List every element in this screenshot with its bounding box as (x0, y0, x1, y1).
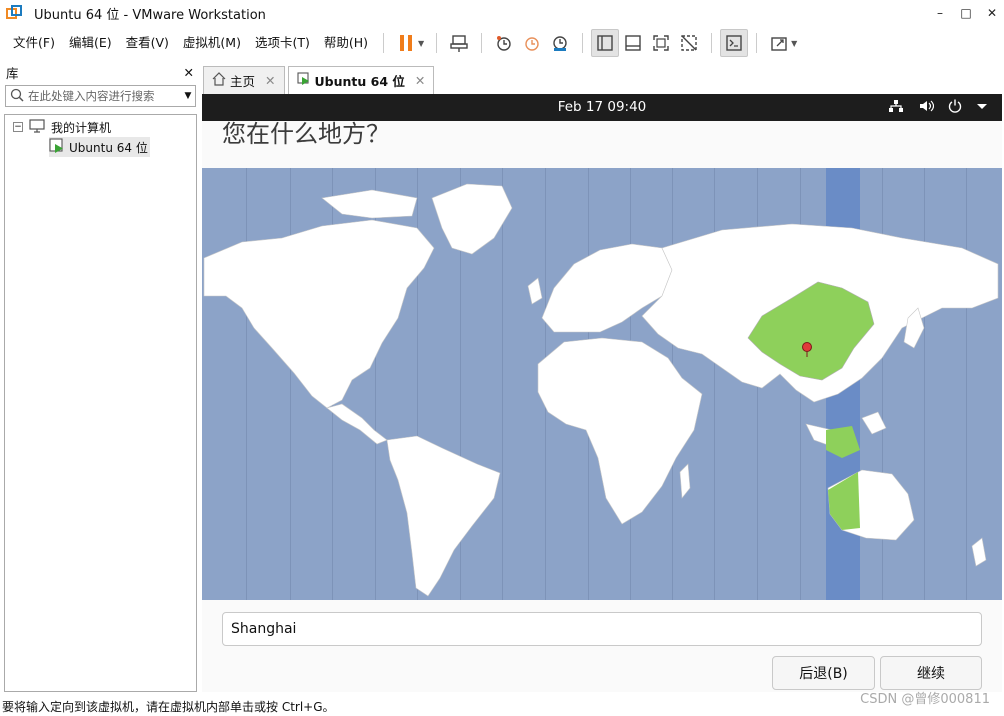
power-icon[interactable] (948, 99, 962, 117)
menu-vm[interactable]: 虚拟机(M) (176, 26, 248, 60)
back-button[interactable]: 后退(B) (772, 656, 875, 690)
console-view-icon[interactable] (720, 29, 749, 57)
vm-running-icon (49, 137, 65, 157)
thumbnail-bar-icon[interactable] (619, 29, 647, 57)
vm-running-icon (296, 72, 311, 89)
world-map (203, 183, 999, 597)
library-close-icon[interactable]: ✕ (184, 65, 194, 80)
menu-edit[interactable]: 编辑(E) (62, 26, 119, 60)
snapshot-icon[interactable] (490, 29, 518, 57)
tab-strip: 主页 ✕ Ubuntu 64 位 ✕ (203, 66, 437, 94)
clock[interactable]: Feb 17 09:40 (202, 99, 1002, 115)
library-tree: − 我的计算机 Ubuntu 64 位 (4, 114, 197, 692)
toolbar-divider (481, 33, 483, 53)
status-text: 要将输入定向到该虚拟机，请在虚拟机内部单击或按 Ctrl+G。 (2, 699, 335, 714)
close-icon[interactable]: ✕ (265, 73, 275, 88)
computer-icon (29, 118, 45, 136)
chevron-down-icon[interactable]: ▼ (791, 39, 797, 48)
tree-label: Ubuntu 64 位 (69, 140, 148, 155)
close-icon[interactable]: ✕ (415, 73, 425, 88)
window-title: Ubuntu 64 位 - VMware Workstation (34, 7, 266, 23)
library-header: 库 ✕ (0, 62, 200, 82)
stretch-guest-icon[interactable] (765, 29, 793, 57)
toolbar-divider (756, 33, 758, 53)
show-library-icon[interactable] (591, 29, 620, 57)
status-bar: 要将输入定向到该虚拟机，请在虚拟机内部单击或按 Ctrl+G。 (0, 696, 1004, 716)
timezone-map[interactable] (202, 168, 1002, 600)
toolbar-divider (383, 33, 385, 53)
library-search-input[interactable]: 在此处键入内容进行搜索 ▼ (5, 85, 196, 107)
revert-snapshot-icon[interactable] (518, 29, 546, 57)
watermark: CSDN @曾修000811 (860, 692, 990, 707)
tab-label: 主页 (230, 74, 256, 89)
tree-item-my-computer[interactable]: − 我的计算机 (13, 117, 111, 137)
send-ctrl-alt-del-icon[interactable] (445, 29, 473, 57)
home-icon (212, 72, 226, 89)
menu-view[interactable]: 查看(V) (119, 26, 176, 60)
chevron-down-icon[interactable] (976, 99, 988, 117)
pause-icon[interactable] (392, 29, 420, 57)
location-input[interactable]: Shanghai (222, 612, 982, 646)
collapse-icon[interactable]: − (13, 122, 23, 132)
continue-button[interactable]: 继续 (880, 656, 982, 690)
minimize-button[interactable]: – (926, 0, 954, 26)
network-icon[interactable] (888, 99, 904, 117)
unity-mode-icon[interactable] (675, 29, 703, 57)
tab-home[interactable]: 主页 ✕ (203, 66, 285, 94)
snapshot-manager-icon[interactable] (546, 29, 574, 57)
menu-tabs[interactable]: 选项卡(T) (248, 26, 317, 60)
maximize-button[interactable]: □ (952, 0, 980, 26)
chevron-down-icon[interactable]: ▼ (181, 91, 195, 101)
tab-ubuntu[interactable]: Ubuntu 64 位 ✕ (287, 66, 435, 94)
search-icon (10, 88, 24, 105)
full-screen-icon[interactable] (647, 29, 675, 57)
menu-help[interactable]: 帮助(H) (317, 26, 375, 60)
menu-toolbar: 文件(F) 编辑(E) 查看(V) 虚拟机(M) 选项卡(T) 帮助(H) ▼ … (0, 26, 1004, 60)
vm-console[interactable]: 您在什么地方？ Shanghai 后退(B) 继续 Feb 17 09:40 (202, 94, 1002, 692)
volume-icon[interactable] (918, 99, 935, 117)
toolbar-divider (711, 33, 713, 53)
close-button[interactable]: ✕ (978, 0, 1004, 26)
tree-item-ubuntu[interactable]: Ubuntu 64 位 (49, 137, 150, 157)
tree-label: 我的计算机 (51, 120, 112, 135)
menu-file[interactable]: 文件(F) (6, 26, 62, 60)
toolbar-divider (582, 33, 584, 53)
chevron-down-icon[interactable]: ▼ (418, 39, 424, 48)
guest-top-bar: Feb 17 09:40 (202, 94, 1002, 121)
library-title: 库 (6, 65, 19, 81)
title-bar: Ubuntu 64 位 - VMware Workstation – □ ✕ (0, 0, 1004, 26)
vmware-logo-icon (6, 5, 22, 21)
search-placeholder: 在此处键入内容进行搜索 (28, 89, 155, 103)
toolbar-divider (436, 33, 438, 53)
tab-label: Ubuntu 64 位 (314, 74, 405, 89)
